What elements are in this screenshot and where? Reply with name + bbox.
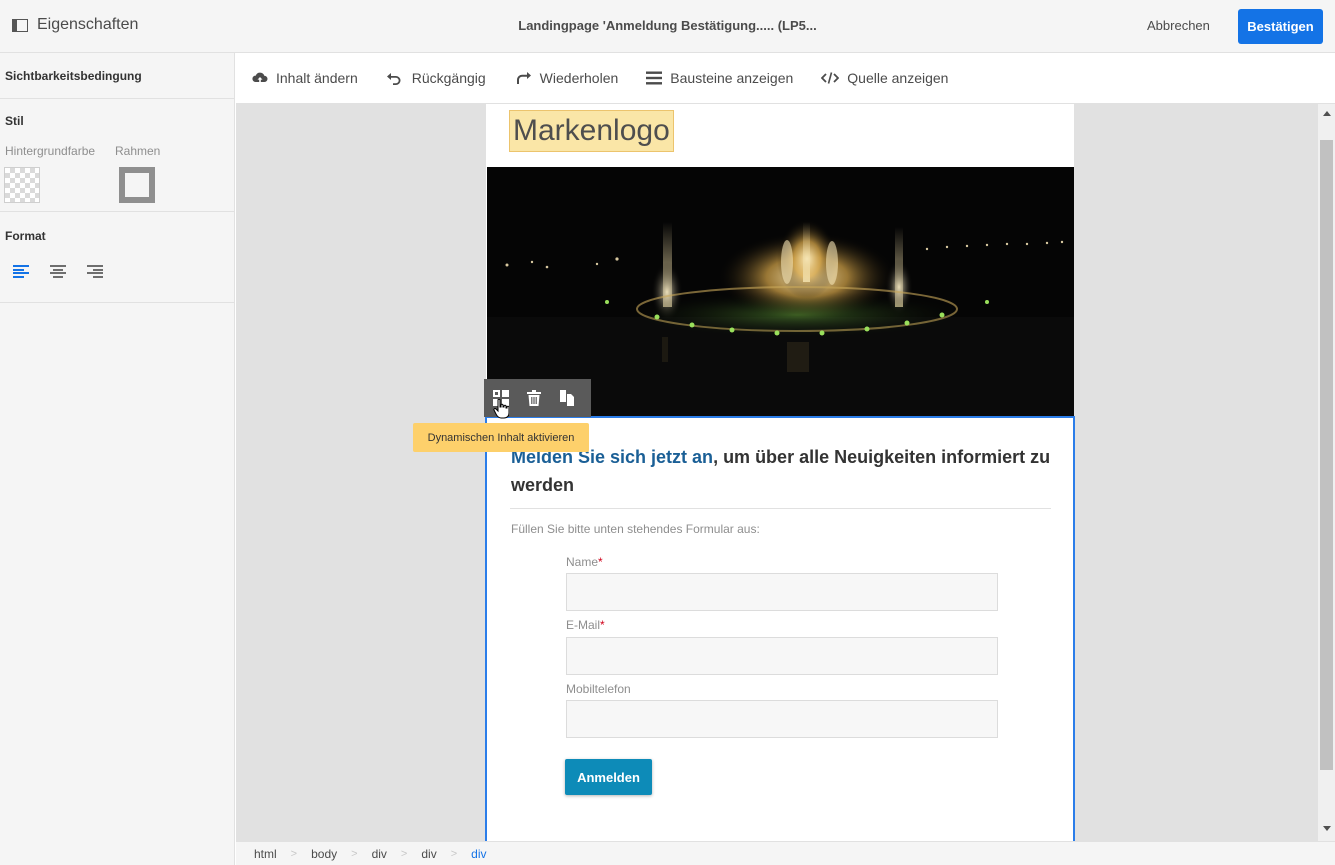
cloud-upload-icon [252, 72, 268, 84]
submit-button[interactable]: Anmelden [565, 759, 652, 795]
show-source-button[interactable]: Quelle anzeigen [821, 70, 948, 86]
duplicate-block-button[interactable] [558, 388, 575, 408]
editor-toolbar: Inhalt ändern Rückgängig Wiederholen Bau… [236, 53, 1335, 104]
breadcrumb: html > body > div > div > div [236, 841, 1335, 865]
align-right-icon[interactable] [87, 265, 103, 278]
mobile-field[interactable] [566, 700, 998, 738]
scroll-up-icon[interactable] [1323, 111, 1331, 116]
chevron-right-icon: > [351, 847, 358, 860]
border-label: Rahmen [115, 144, 161, 158]
trash-icon [526, 390, 541, 406]
redo-label: Wiederholen [539, 70, 619, 86]
page-title: Landingpage 'Anmeldung Bestätigung..... … [518, 18, 817, 33]
align-center-icon[interactable] [50, 265, 66, 278]
tooltip: Dynamischen Inhalt aktivieren [413, 423, 589, 452]
redo-button[interactable]: Wiederholen [514, 70, 619, 86]
background-color-label: Hintergrundfarbe [5, 144, 96, 158]
landing-page: Markenlogo Melden Sie sich jetzt an, um … [485, 104, 1075, 841]
format-section: Format [0, 212, 234, 303]
hand-cursor-icon [493, 398, 510, 424]
breadcrumb-item-div[interactable]: div [421, 847, 436, 861]
style-section: Stil Hintergrundfarbe Rahmen [0, 99, 234, 212]
change-content-button[interactable]: Inhalt ändern [252, 70, 358, 86]
email-field[interactable] [566, 637, 998, 675]
required-marker: * [598, 555, 603, 569]
code-icon [821, 72, 840, 84]
form-intro: Füllen Sie bitte unten stehendes Formula… [511, 522, 760, 536]
divider [510, 508, 1051, 509]
undo-label: Rückgängig [411, 70, 486, 86]
scroll-down-icon[interactable] [1323, 826, 1331, 831]
blocks-list-icon [646, 71, 663, 85]
name-label: Name* [566, 555, 603, 569]
undo-button[interactable]: Rückgängig [386, 70, 486, 86]
brand-logo[interactable]: Markenlogo [509, 110, 674, 152]
change-content-label: Inhalt ändern [276, 70, 358, 86]
vertical-scrollbar[interactable] [1318, 104, 1335, 841]
chevron-right-icon: > [400, 847, 408, 860]
required-marker: * [600, 618, 605, 632]
breadcrumb-item-body[interactable]: body [311, 847, 337, 861]
breadcrumb-item-div[interactable]: div [372, 847, 387, 861]
chevron-right-icon: > [290, 847, 298, 860]
show-blocks-button[interactable]: Bausteine anzeigen [646, 70, 793, 86]
top-bar: Eigenschaften Landingpage 'Anmeldung Bes… [0, 0, 1335, 53]
confirm-button[interactable]: Bestätigen [1238, 9, 1323, 44]
breadcrumb-item-div-current[interactable]: div [471, 847, 486, 861]
align-left-icon[interactable] [13, 265, 29, 278]
background-color-swatch[interactable] [4, 167, 40, 203]
delete-block-button[interactable] [525, 388, 542, 408]
editor-canvas: Markenlogo Melden Sie sich jetzt an, um … [236, 104, 1318, 841]
mobile-label: Mobiltelefon [566, 682, 631, 696]
style-heading: Stil [5, 114, 24, 128]
duplicate-icon [559, 390, 574, 406]
border-swatch[interactable] [119, 167, 155, 203]
properties-sidebar: Sichtbarkeitsbedingung Stil Hintergrundf… [0, 53, 235, 865]
headline: Melden Sie sich jetzt an, um über alle N… [511, 443, 1051, 499]
visibility-condition-section[interactable]: Sichtbarkeitsbedingung [0, 53, 234, 99]
format-heading: Format [5, 229, 46, 243]
breadcrumb-item-html[interactable]: html [254, 847, 277, 861]
undo-icon [386, 73, 401, 85]
redo-icon [516, 72, 531, 84]
email-label: E-Mail* [566, 618, 605, 632]
scrollbar-thumb[interactable] [1320, 140, 1333, 770]
show-source-label: Quelle anzeigen [847, 70, 949, 86]
cancel-button[interactable]: Abbrechen [1147, 18, 1210, 33]
chevron-right-icon: > [450, 847, 458, 860]
show-blocks-label: Bausteine anzeigen [670, 70, 794, 86]
name-field[interactable] [566, 573, 998, 611]
content-block-selected[interactable]: Melden Sie sich jetzt an, um über alle N… [485, 416, 1075, 841]
